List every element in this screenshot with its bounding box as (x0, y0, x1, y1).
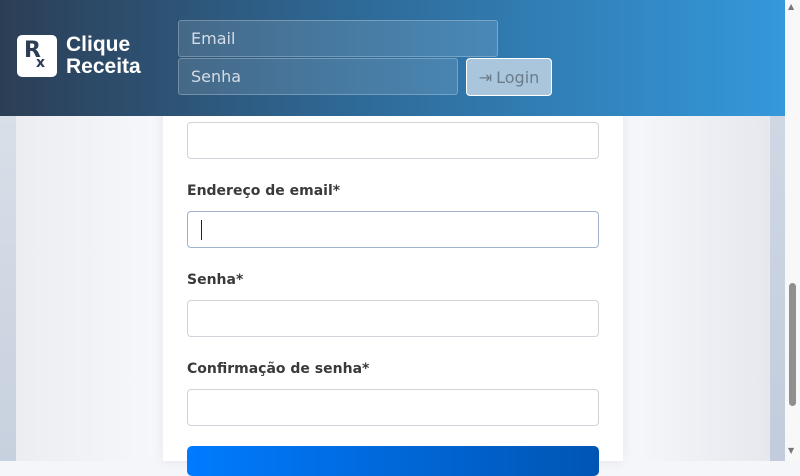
confirm-password-label: Confirmação de senha* (187, 361, 370, 377)
top-navbar: Rx Clique Receita Email Senha ⇥ Login (0, 0, 785, 116)
password-label: Senha* (187, 272, 244, 288)
text-caret (201, 220, 202, 240)
header-password-input[interactable]: Senha (178, 58, 458, 95)
submit-button[interactable] (187, 446, 599, 476)
logo-text-line2: Receita (66, 55, 141, 78)
rx-logo-icon: Rx (17, 35, 57, 77)
email-input[interactable] (187, 211, 599, 248)
confirm-password-input[interactable] (187, 389, 599, 426)
password-input[interactable] (187, 300, 599, 337)
name-input[interactable] (187, 122, 599, 159)
login-label: Login (496, 67, 540, 87)
login-button[interactable]: ⇥ Login (466, 58, 552, 96)
scrollbar-thumb[interactable] (789, 283, 796, 406)
email-label: Endereço de email* (187, 183, 341, 199)
clique-receita-logo[interactable]: Rx Clique Receita (17, 34, 141, 78)
vertical-scrollbar[interactable]: ▲ ▼ (785, 0, 800, 461)
header-email-input[interactable]: Email (178, 20, 498, 57)
scroll-up-arrow-icon[interactable]: ▲ (788, 2, 794, 11)
sign-in-icon: ⇥ (478, 67, 493, 87)
scroll-down-arrow-icon[interactable]: ▼ (788, 446, 794, 455)
logo-text-line1: Clique (66, 33, 131, 56)
